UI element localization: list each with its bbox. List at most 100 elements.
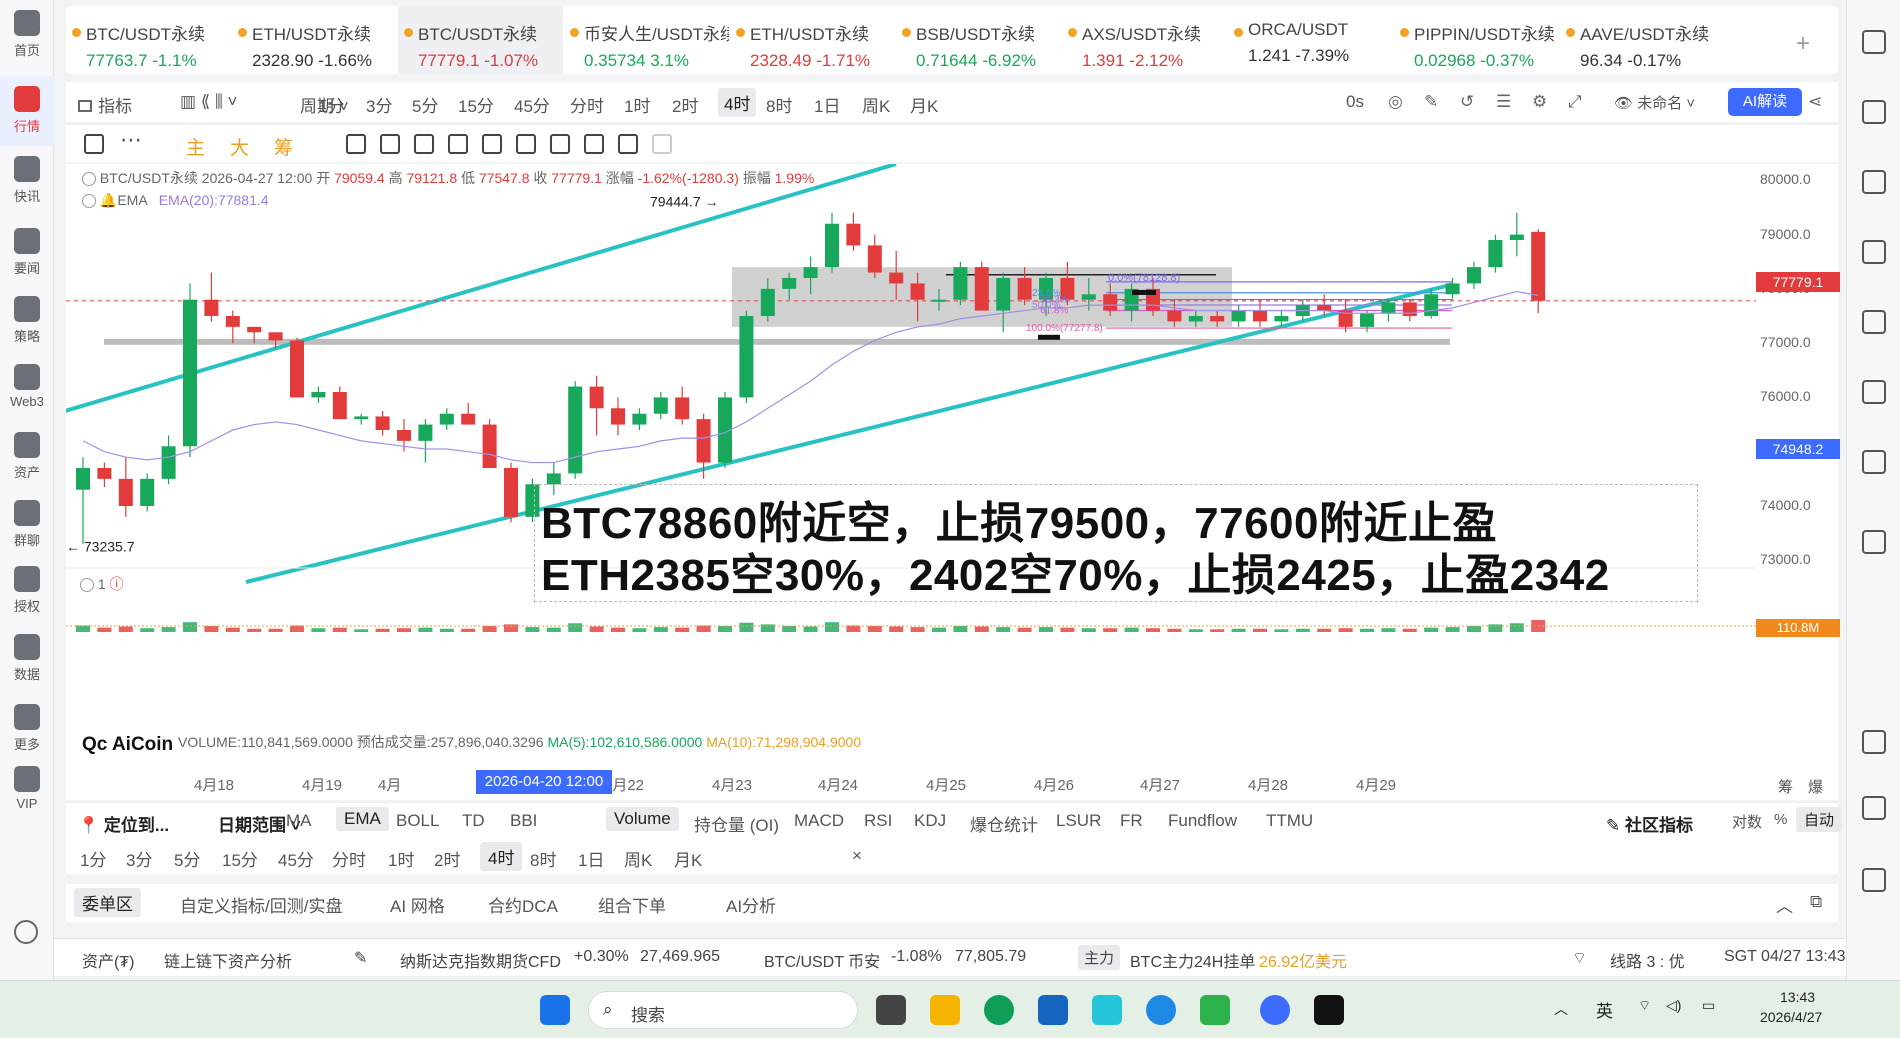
candle-body[interactable] xyxy=(846,223,861,246)
interval-button[interactable]: 1分 xyxy=(80,846,106,871)
locate-button[interactable]: 📍 定位到... xyxy=(78,811,169,836)
interval-button[interactable]: 1日 xyxy=(814,92,840,117)
btc-ticker[interactable]: BTC/USDT 币安 xyxy=(764,948,880,972)
candle-body[interactable] xyxy=(910,283,925,300)
fullscreen-icon[interactable]: ⤢ xyxy=(1568,92,1582,112)
panel-tab[interactable]: 组合下单 xyxy=(598,892,666,917)
interval-button[interactable]: 5分 xyxy=(174,846,200,871)
nav-item[interactable]: 行情 xyxy=(0,76,54,146)
popout-icon[interactable]: ⧉ xyxy=(1810,892,1822,912)
symbol-tab[interactable]: BTC/USDT永续 77779.1 -1.07% xyxy=(398,6,563,74)
chart-canvas[interactable]: 0.0%(78128.8)23.6%38.2%50.0%61.8%100.0%(… xyxy=(66,164,1838,800)
interval-button[interactable]: 2时 xyxy=(434,846,460,871)
nav-item[interactable]: 策略 xyxy=(0,286,54,356)
candle-body[interactable] xyxy=(1274,316,1289,322)
candle-body[interactable] xyxy=(760,288,775,316)
indicator-toggle[interactable]: BOLL xyxy=(396,811,439,831)
candle-body[interactable] xyxy=(118,478,133,506)
interval-button[interactable]: 1分 xyxy=(318,92,344,117)
candle-body[interactable] xyxy=(504,468,518,517)
ime-indicator[interactable]: 英 xyxy=(1596,997,1613,1022)
candle-body[interactable] xyxy=(1467,267,1481,284)
candle-body[interactable] xyxy=(1317,305,1332,311)
candle-body[interactable] xyxy=(1424,294,1439,316)
interval-button[interactable]: 周K xyxy=(624,846,652,871)
candle-body[interactable] xyxy=(204,299,219,316)
interval-button[interactable]: 周K xyxy=(862,92,890,117)
nav-item[interactable]: 群聊 xyxy=(0,490,54,560)
camera-icon[interactable]: ◎ xyxy=(1388,92,1403,112)
candle-body[interactable] xyxy=(1531,231,1546,301)
candle-body[interactable] xyxy=(974,267,989,311)
candle-body[interactable] xyxy=(996,278,1011,311)
edge-ai-icon[interactable] xyxy=(1146,995,1176,1025)
layout-icons[interactable]: ▥ ⟪ ⫼ ˅ xyxy=(180,92,237,112)
close-icon[interactable]: × xyxy=(852,846,862,866)
main-chart-toggle[interactable]: 主 xyxy=(186,133,205,160)
indicator-toggle[interactable]: TD xyxy=(462,811,485,831)
candle-body[interactable] xyxy=(825,223,839,268)
more-icon[interactable]: ⋯ xyxy=(120,127,142,153)
candle-body[interactable] xyxy=(1081,294,1096,300)
candle-body[interactable] xyxy=(568,386,583,474)
layout-icon[interactable] xyxy=(1862,30,1886,54)
candle-body[interactable] xyxy=(803,267,818,278)
interval-button[interactable]: 2时 xyxy=(672,92,698,117)
interval-button[interactable]: 月K xyxy=(910,92,938,117)
candle-body[interactable] xyxy=(1402,302,1417,316)
undo-icon[interactable] xyxy=(618,134,638,154)
interval-button[interactable]: 4时 xyxy=(480,842,523,871)
filter-icon[interactable] xyxy=(550,134,570,154)
candle-body[interactable] xyxy=(932,299,946,302)
candle-body[interactable] xyxy=(1188,316,1203,322)
candle-body[interactable] xyxy=(889,272,904,284)
nav-item[interactable]: 数据 xyxy=(0,624,54,694)
interval-button[interactable]: 3分 xyxy=(366,92,392,117)
candle-body[interactable] xyxy=(1253,310,1267,322)
pencil-icon[interactable]: ✎ xyxy=(1424,92,1438,112)
indicator-toggle[interactable]: RSI xyxy=(864,811,892,831)
candle-body[interactable] xyxy=(1488,240,1503,268)
symbol-tab[interactable]: ETH/USDT永续 2328.49 -1.71% xyxy=(730,6,895,74)
edge-icon[interactable] xyxy=(984,995,1014,1025)
browser-icon[interactable] xyxy=(1260,995,1290,1025)
panel-tab[interactable]: 委单区 xyxy=(74,888,141,917)
candle-body[interactable] xyxy=(546,473,561,485)
rect-select-icon[interactable] xyxy=(84,134,104,154)
candle-body[interactable] xyxy=(739,316,754,398)
candle-body[interactable] xyxy=(76,468,90,490)
indicator-toggle[interactable]: MACD xyxy=(794,811,844,831)
candle-body[interactable] xyxy=(1509,234,1524,240)
interval-button[interactable]: 月K xyxy=(674,846,702,871)
candle-body[interactable] xyxy=(439,413,454,425)
symbol-tab[interactable]: ORCA/USDT 1.241 -7.39% xyxy=(1228,6,1393,74)
nav-item[interactable]: 快讯 xyxy=(0,146,54,216)
interval-button[interactable]: 8时 xyxy=(766,92,792,117)
marker-icon[interactable] xyxy=(1038,334,1060,340)
brush-icon[interactable] xyxy=(414,134,434,154)
magnet-icon[interactable] xyxy=(448,134,468,154)
monitor-icon[interactable] xyxy=(1862,310,1886,334)
big-order-toggle[interactable]: 大 xyxy=(230,133,249,160)
chip-toggle[interactable]: 筹 xyxy=(274,133,293,160)
indicator-toggle[interactable]: TTMU xyxy=(1266,811,1313,831)
panel-tab[interactable]: 合约DCA xyxy=(488,892,558,917)
nav-item[interactable]: VIP xyxy=(0,756,54,826)
panel-tab[interactable]: AI分析 xyxy=(726,892,776,917)
log-scale-toggle[interactable]: 对数 xyxy=(1732,811,1762,832)
lock-icon[interactable] xyxy=(482,134,502,154)
candle-body[interactable] xyxy=(375,416,390,430)
candle-body[interactable] xyxy=(632,413,647,425)
symbol-tab[interactable]: AAVE/USDT永续 96.34 -0.17% xyxy=(1560,6,1725,74)
candle-body[interactable] xyxy=(867,245,882,273)
asset-analysis-link[interactable]: 链上链下资产分析 xyxy=(164,948,292,972)
network-icon[interactable]: ⌔ xyxy=(1638,997,1651,1015)
candle-body[interactable] xyxy=(332,392,347,420)
main-force-text[interactable]: BTC主力24H挂单 xyxy=(1130,948,1255,972)
candle-body[interactable] xyxy=(290,340,304,398)
trend-icon[interactable] xyxy=(1862,240,1886,264)
interval-button[interactable]: 1时 xyxy=(624,92,650,117)
bot-icon[interactable] xyxy=(1862,868,1886,892)
community-indicators[interactable]: ✎ 社区指标 xyxy=(1606,811,1693,836)
indicator-toggle[interactable]: 持仓量 (OI) xyxy=(694,811,779,836)
